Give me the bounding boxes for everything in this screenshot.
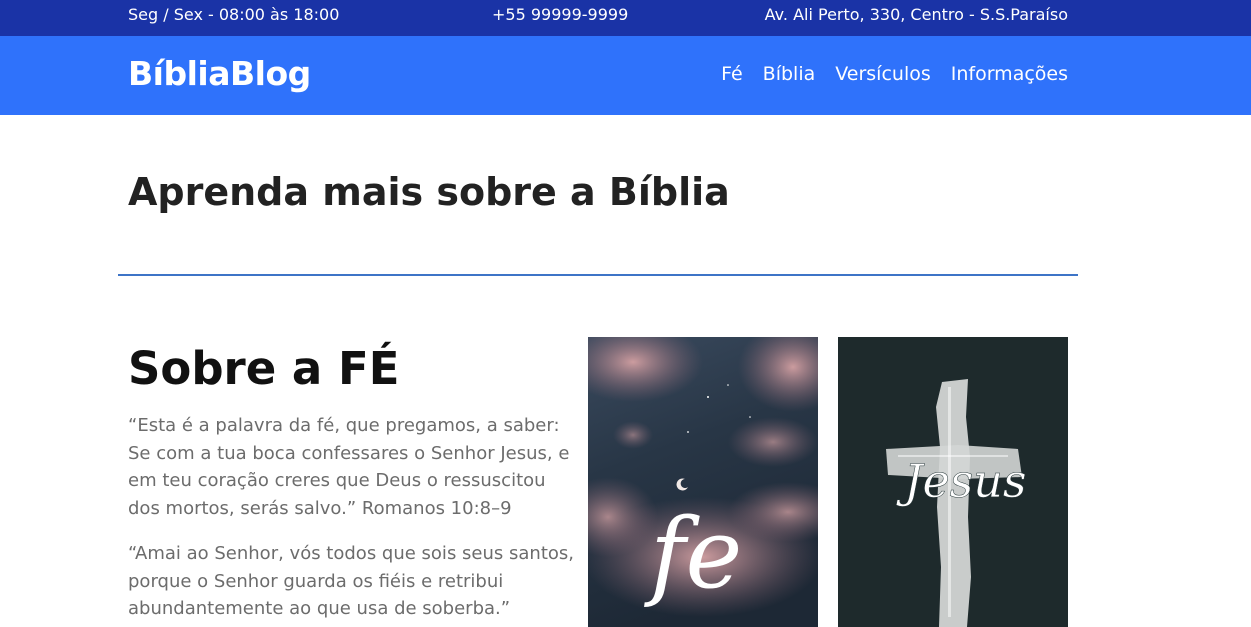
- address: Av. Ali Perto, 330, Centro - S.S.Paraíso: [764, 5, 1068, 24]
- night-sky-clouds-image[interactable]: fe: [588, 337, 818, 627]
- cross-image[interactable]: Jesus: [838, 337, 1068, 627]
- nav-link-fe[interactable]: Fé: [721, 63, 743, 85]
- navbar: BíbliaBlog Fé Bíblia Versículos Informaç…: [0, 36, 1251, 115]
- nav-link-versiculos[interactable]: Versículos: [835, 63, 931, 85]
- phone-number: +55 99999-9999: [492, 5, 629, 24]
- top-info-bar: Seg / Sex - 08:00 às 18:00 +55 99999-999…: [0, 0, 1251, 36]
- section-divider: [118, 274, 1078, 276]
- image-caption: fe: [644, 498, 742, 610]
- quote-paragraph: “Amai ao Senhor, vós todos que sois seus…: [128, 543, 574, 619]
- quote-paragraph: “Esta é a palavra da fé, que pregamos, a…: [128, 415, 570, 519]
- brand-logo[interactable]: BíbliaBlog: [128, 54, 311, 93]
- page-title: Aprenda mais sobre a Bíblia: [128, 170, 730, 214]
- nav-link-informacoes[interactable]: Informações: [951, 63, 1068, 85]
- business-hours: Seg / Sex - 08:00 às 18:00: [128, 5, 340, 24]
- section-title: Sobre a FÉ: [128, 342, 400, 395]
- image-caption: Jesus: [896, 454, 1027, 508]
- main-nav: Fé Bíblia Versículos Informações: [721, 63, 1068, 85]
- nav-link-biblia[interactable]: Bíblia: [763, 63, 816, 85]
